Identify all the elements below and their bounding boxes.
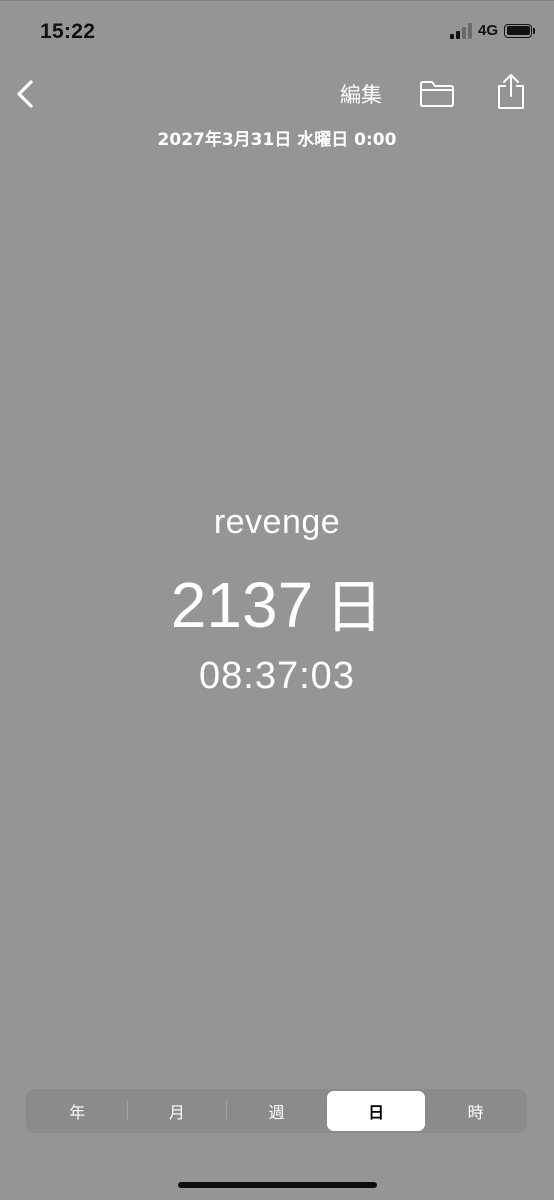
battery-icon (504, 23, 535, 38)
status-indicators: 4G (449, 22, 535, 39)
edit-button[interactable]: 編集 (340, 78, 382, 110)
day-count: 2137 日 (0, 560, 554, 644)
segment-hour[interactable]: 時 (426, 1091, 525, 1131)
event-name: revenge (213, 503, 341, 541)
segment-week[interactable]: 週 (227, 1091, 326, 1131)
share-icon (498, 74, 524, 109)
home-indicator[interactable] (178, 1182, 377, 1188)
back-button[interactable] (12, 76, 42, 112)
status-time: 15:22 (40, 20, 96, 43)
segment-year[interactable]: 年 (28, 1091, 127, 1131)
share-button[interactable] (494, 72, 528, 112)
elapsed-time: 08:37:03 (199, 655, 355, 697)
unit-segmented-control: 年 月 週 日 時 (26, 1089, 527, 1133)
target-date: 2027年3月31日 水曜日 0:00 (157, 130, 397, 150)
segment-month[interactable]: 月 (128, 1091, 227, 1131)
folder-icon (420, 81, 454, 107)
network-type: 4G (477, 22, 498, 39)
segment-day[interactable]: 日 (326, 1091, 426, 1131)
chevron-left-icon (17, 80, 33, 108)
folder-button[interactable] (418, 76, 456, 110)
day-count-unit: 日 (325, 573, 384, 641)
top-border (0, 0, 554, 1)
signal-icon (449, 22, 472, 39)
day-count-value: 2137 (170, 569, 314, 641)
